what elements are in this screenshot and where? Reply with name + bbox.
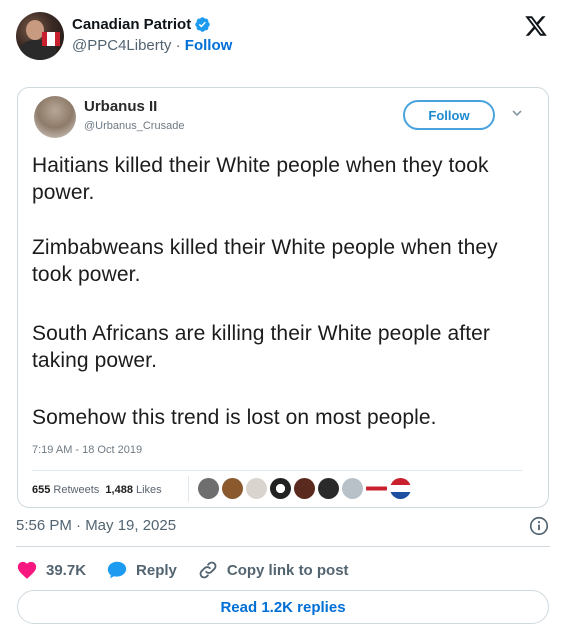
info-icon[interactable] — [528, 515, 550, 537]
liker-avatar — [366, 478, 387, 499]
chat-bubble-icon — [107, 561, 127, 579]
embedded-avatar — [34, 96, 76, 138]
embedded-stats: 655 Retweets 1,488 Likes — [32, 484, 162, 496]
liker-avatar — [222, 478, 243, 499]
liker-avatar — [342, 478, 363, 499]
embedded-stats-separator — [188, 476, 189, 502]
embedded-paragraph-3: South Africans are killing their White p… — [32, 322, 491, 372]
action-bar: 39.7K Reply Copy link to post — [16, 558, 369, 582]
follow-link[interactable]: Follow — [185, 37, 233, 54]
embedded-likes-label: Likes — [136, 484, 162, 496]
embedded-liker-avatars — [198, 478, 411, 499]
liker-avatar — [270, 478, 291, 499]
copy-link-button[interactable]: Copy link to post — [197, 559, 349, 581]
author-handle-row: @PPC4Liberty · Follow — [72, 37, 232, 54]
embedded-paragraph-4: Somehow this trend is lost on most peopl… — [32, 406, 437, 429]
liker-avatar — [198, 478, 219, 499]
verified-badge-icon — [195, 17, 210, 32]
handle-separator: · — [175, 37, 181, 54]
liker-avatar — [294, 478, 315, 499]
like-button[interactable]: 39.7K — [16, 559, 86, 581]
embedded-timestamp: 7:19 AM - 18 Oct 2019 — [32, 444, 143, 456]
author-display-name[interactable]: Canadian Patriot — [72, 16, 191, 33]
liker-avatar — [390, 478, 411, 499]
divider — [16, 546, 550, 547]
embedded-likes-count: 1,488 — [105, 484, 133, 496]
embedded-retweets-count: 655 — [32, 484, 51, 496]
x-logo-icon[interactable] — [524, 14, 548, 38]
embedded-paragraph-1: Haitians killed their White people when … — [32, 154, 489, 204]
copy-link-label: Copy link to post — [226, 561, 349, 579]
reply-button[interactable]: Reply — [106, 559, 177, 581]
heart-icon — [17, 561, 37, 579]
read-replies-button[interactable]: Read 1.2K replies — [17, 590, 549, 624]
embedded-author-name: Urbanus II — [84, 98, 158, 115]
chevron-down-icon — [512, 110, 522, 117]
like-count: 39.7K — [46, 561, 87, 579]
author-avatar[interactable] — [16, 12, 64, 60]
post-header: Canadian Patriot @PPC4Liberty · Follow — [16, 12, 550, 64]
embedded-divider — [32, 470, 522, 471]
liker-avatar — [318, 478, 339, 499]
author-name-row[interactable]: Canadian Patriot — [72, 16, 211, 33]
embedded-follow-button: Follow — [403, 100, 495, 130]
reply-label: Reply — [136, 561, 177, 579]
embedded-post-card: Canadian Patriot @PPC4Liberty · Follow U… — [0, 0, 566, 640]
post-timestamp[interactable]: 5:56 PM · May 19, 2025 — [16, 517, 176, 534]
liker-avatar — [246, 478, 267, 499]
embedded-tweet-image[interactable]: Urbanus II @Urbanus_Crusade Follow Haiti… — [17, 87, 549, 508]
embedded-retweets-label: Retweets — [53, 484, 100, 496]
embedded-author-handle: @Urbanus_Crusade — [84, 120, 185, 132]
author-handle[interactable]: @PPC4Liberty — [72, 37, 171, 54]
link-icon — [199, 561, 217, 579]
embedded-paragraph-2: Zimbabweans killed their White people wh… — [32, 236, 498, 286]
